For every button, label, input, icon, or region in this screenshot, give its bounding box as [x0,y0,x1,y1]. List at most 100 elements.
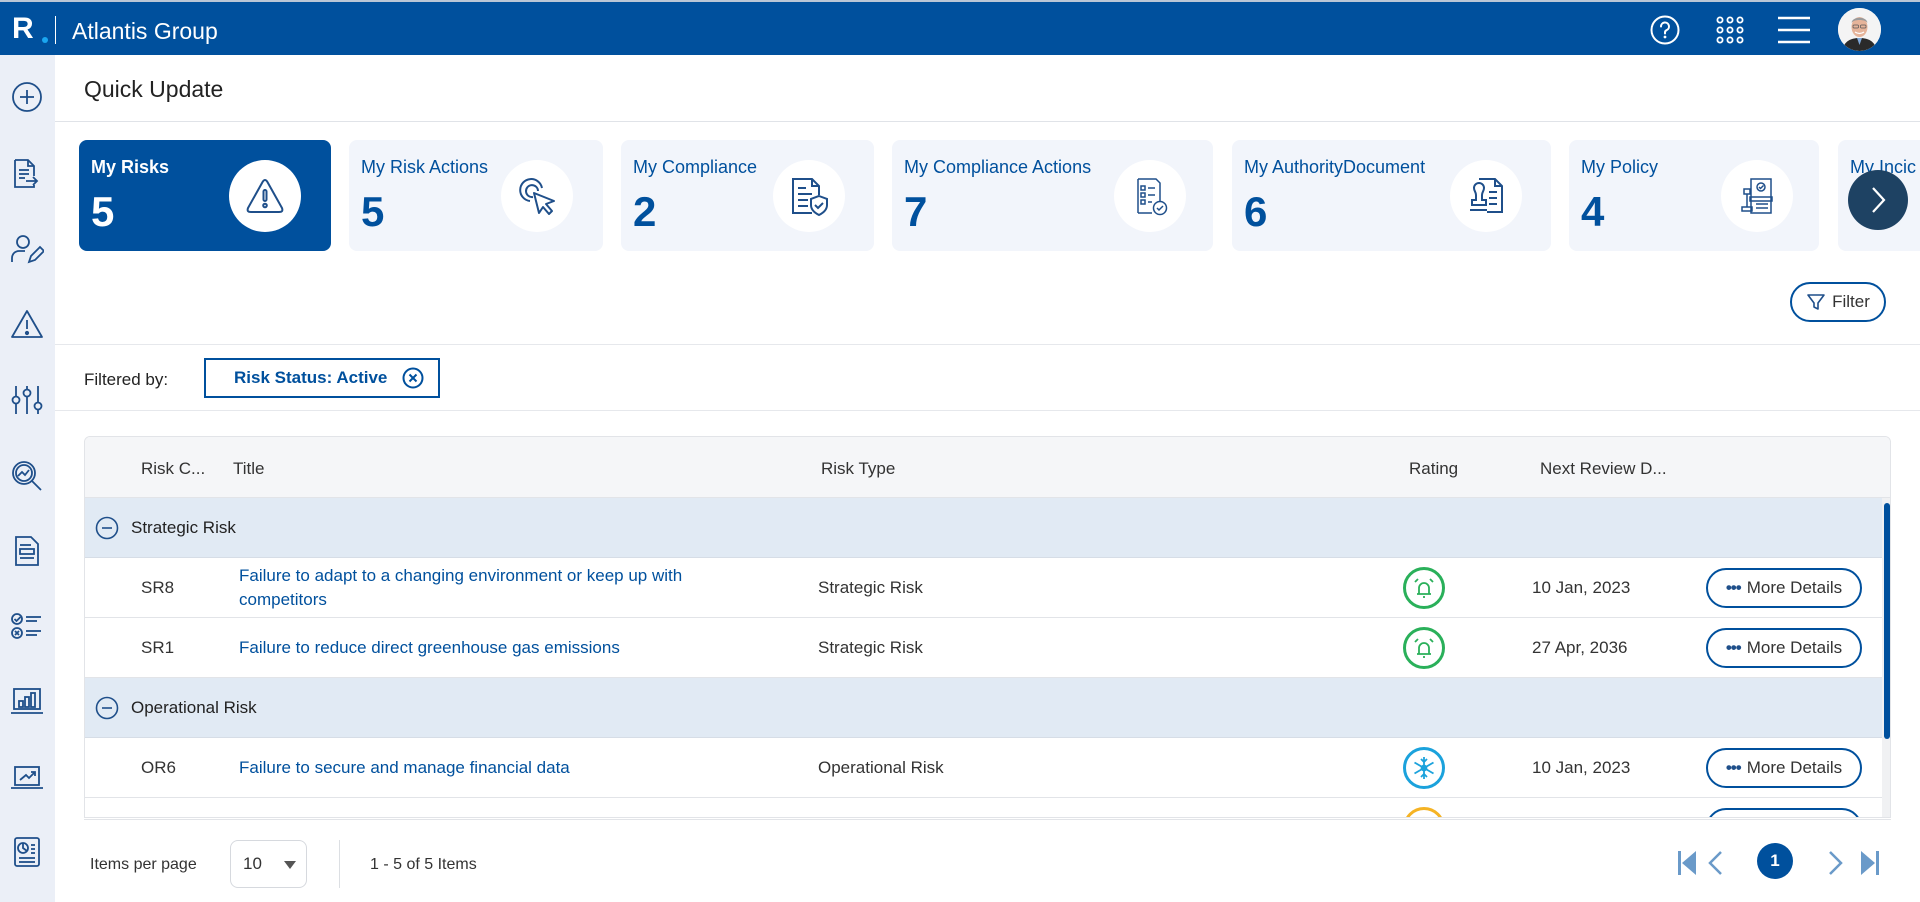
card-title: My Risk Actions [361,157,489,177]
sidebar-item-documents[interactable] [8,532,46,570]
grid-header: Risk C... Title Risk Type Rating Next Re… [85,437,1890,498]
more-details-button[interactable]: ••• More Details [1706,628,1862,668]
group-row-operational-risk: Operational Risk [85,678,1882,738]
column-header-title[interactable]: Title [233,459,265,479]
more-details-label: More Details [1746,578,1843,597]
alarm-bell-icon [1414,578,1434,598]
card-my-policy[interactable]: My Policy 4 [1569,140,1819,251]
items-per-page-select[interactable]: 10 [230,840,307,888]
apps-grid-icon[interactable] [1710,10,1750,50]
search-analytics-icon [12,461,42,491]
previous-page-button[interactable] [1700,846,1730,880]
risk-grid: Risk C... Title Risk Type Rating Next Re… [84,436,1891,818]
group-label: Strategic Risk [131,518,236,537]
card-count: 5 [91,188,115,235]
app-logo[interactable]: R [8,12,48,46]
table-row: SR1 Failure to reduce direct greenhouse … [85,618,1882,678]
card-count: 4 [1581,188,1605,235]
help-icon[interactable] [1645,10,1685,50]
menu-icon[interactable] [1774,10,1814,50]
warning-icon [11,310,43,338]
remove-filter-icon[interactable] [402,367,424,389]
more-details-button[interactable] [1706,808,1862,817]
risk-code: SR1 [141,638,175,657]
column-header-risk-type[interactable]: Risk Type [821,459,895,479]
items-per-page-value: 10 [243,854,262,873]
sidebar-item-dashboard[interactable] [8,833,46,871]
filter-button[interactable]: Filter [1790,282,1886,322]
card-count: 5 [361,188,385,235]
divider [84,819,1891,820]
first-page-button[interactable] [1672,846,1702,880]
risk-type: Strategic Risk [818,638,923,657]
more-details-button[interactable]: ••• More Details [1706,568,1862,608]
card-title: My Risks [91,157,170,177]
items-info: 1 - 5 of 5 Items [370,856,477,873]
card-my-compliance-actions[interactable]: My Compliance Actions 7 [892,140,1213,251]
column-header-rating[interactable]: Rating [1409,459,1458,479]
more-details-button[interactable]: ••• More Details [1706,748,1862,788]
card-my-risk-actions[interactable]: My Risk Actions 5 [349,140,603,251]
table-row [85,798,1882,817]
last-page-icon [1861,851,1879,875]
sidebar-item-document-export[interactable] [8,155,46,193]
group-row-strategic-risk: Strategic Risk [85,498,1882,558]
card-title: My Policy [1581,157,1659,177]
card-title: My AuthorityDocument [1244,157,1426,177]
filtered-by-label: Filtered by: [84,370,169,389]
sidebar-item-add[interactable] [8,78,46,116]
page-1-button[interactable]: 1 [1757,843,1793,879]
trend-chart-icon [11,766,43,789]
sidebar-item-user-edit[interactable] [8,230,46,268]
risk-code: OR6 [141,758,176,777]
caret-down-icon [284,861,296,869]
brand-name: Atlantis Group [72,18,218,44]
risk-title-link[interactable]: Failure to adapt to a changing environme… [239,564,759,612]
sidebar-item-risks[interactable] [8,305,46,343]
sidebar [0,55,55,902]
click-cursor-icon [519,178,555,215]
alarm-bell-icon [1414,638,1434,658]
card-count: 2 [633,188,657,235]
cards-next-button[interactable] [1848,170,1908,230]
chevron-right-icon [1872,187,1886,213]
user-edit-icon [11,235,44,264]
filter-chip[interactable]: Risk Status: Active [204,358,440,398]
risk-type: Strategic Risk [818,578,923,597]
sidebar-item-trends[interactable] [8,757,46,795]
last-page-button[interactable] [1855,846,1885,880]
grid-scrollbar-thumb[interactable] [1884,503,1890,739]
card-count: 7 [904,188,928,235]
policy-gavel-icon [1741,178,1773,214]
table-row: OR6 Failure to secure and manage financi… [85,738,1882,798]
first-page-icon [1678,851,1696,875]
collapse-icon[interactable] [95,696,119,720]
column-header-risk-code[interactable]: Risk C... [141,459,205,479]
risk-type: Operational Risk [818,758,944,777]
card-title: My Compliance Actions [904,157,1092,177]
divider [55,344,1920,345]
card-my-risks[interactable]: My Risks 5 [79,140,331,251]
sidebar-item-checklist[interactable] [8,607,46,645]
next-page-button[interactable] [1821,846,1851,880]
next-review-date: 10 Jan, 2023 [1532,578,1631,597]
filter-button-label: Filter [1832,292,1870,311]
sidebar-item-controls[interactable] [8,381,46,419]
user-avatar[interactable] [1838,8,1881,51]
risk-title-link[interactable]: Failure to reduce direct greenhouse gas … [239,636,759,660]
more-dots-icon: ••• [1725,578,1742,597]
risk-title-link[interactable]: Failure to secure and manage financial d… [239,756,759,780]
bar-chart-laptop-icon [11,688,43,714]
card-my-authority-document[interactable]: My AuthorityDocument 6 [1232,140,1551,251]
card-my-compliance[interactable]: My Compliance 2 [621,140,874,251]
column-header-next-review-date[interactable]: Next Review D... [1540,459,1667,479]
divider [55,410,1920,411]
risk-code: SR8 [141,578,175,597]
card-count: 6 [1244,188,1268,235]
sidebar-item-analytics[interactable] [8,457,46,495]
sidebar-item-reports[interactable] [8,682,46,720]
chevron-right-icon [1829,851,1843,875]
collapse-icon[interactable] [95,516,119,540]
table-row: SR8 Failure to adapt to a changing envir… [85,558,1882,618]
filter-chip-label: Risk Status: Active [234,368,388,387]
